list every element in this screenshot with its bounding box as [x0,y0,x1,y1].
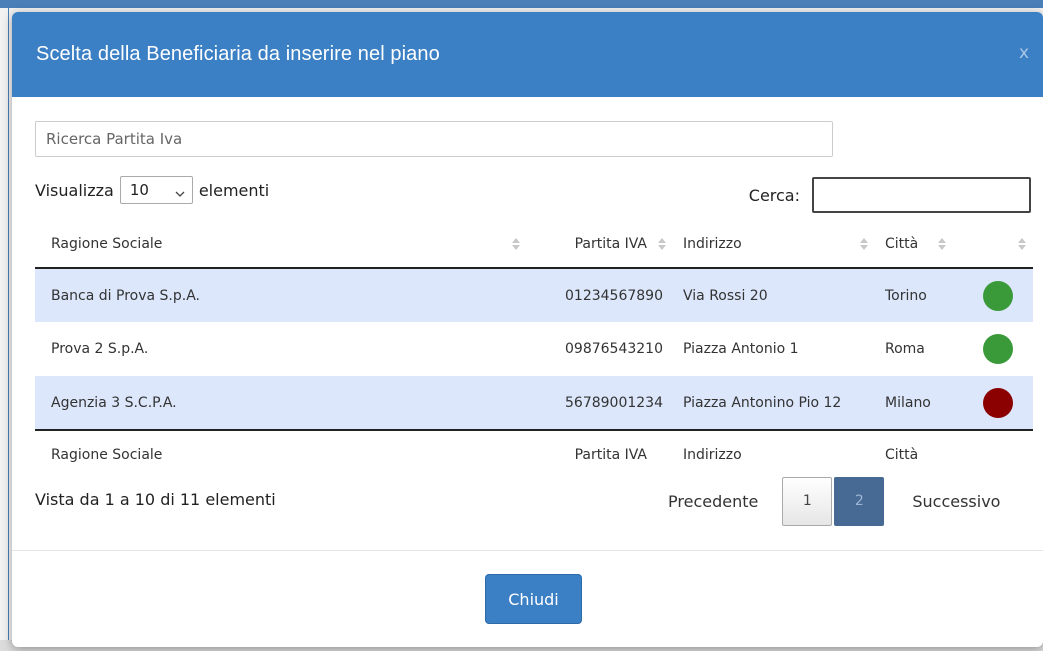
cell-citta: Torino [875,268,963,322]
cell-ragione-sociale: Agenzia 3 S.C.P.A. [35,376,527,430]
length-suffix-label: elementi [198,180,270,200]
beneficiary-table: Ragione Sociale Partita IVA Indirizzo Ci… [35,220,1033,478]
background-border [8,8,9,651]
status-dot-icon [983,280,1013,311]
page-button-2[interactable]: 2 [834,476,885,526]
footer-partita-iva: Partita IVA [527,429,673,478]
footer-divider [12,550,1043,551]
chevron-down-icon [175,185,185,197]
table-search: Cerca: [712,177,1031,213]
previous-page-link[interactable]: Precedente [668,492,758,511]
column-header-partita-iva[interactable]: Partita IVA [527,220,673,269]
length-select-value: 10 [129,181,149,199]
length-select[interactable]: 10 [119,176,193,204]
column-header-ragione-sociale[interactable]: Ragione Sociale [35,220,527,269]
sort-icon [1017,237,1027,251]
table-info: Vista da 1 a 10 di 11 elementi [35,490,276,509]
sort-icon [657,237,667,251]
search-label: Cerca: [748,185,800,205]
cell-partita-iva: 56789001234 [527,376,673,430]
status-dot-icon [983,387,1013,418]
page-button-1[interactable]: 1 [782,476,833,526]
column-header-status[interactable] [963,220,1033,269]
cell-status [963,268,1033,322]
sort-icon [859,237,869,251]
table-header-row: Ragione Sociale Partita IVA Indirizzo Ci… [35,220,1033,269]
close-icon[interactable]: x [1019,43,1029,63]
next-page-link[interactable]: Successivo [912,492,1000,511]
footer-citta: Città [875,429,963,478]
cell-partita-iva: 09876543210 [527,322,673,376]
length-control: Visualizza 10 elementi [35,175,269,205]
cell-status [963,376,1033,430]
table-search-input[interactable] [812,177,1031,213]
pagination: Precedente 1 2 Successivo [668,476,1000,526]
table-row[interactable]: Agenzia 3 S.C.P.A. 56789001234 Piazza An… [35,376,1033,430]
column-header-indirizzo[interactable]: Indirizzo [673,220,875,269]
cell-ragione-sociale: Prova 2 S.p.A. [35,322,527,376]
footer-ragione-sociale: Ragione Sociale [35,429,527,478]
close-button[interactable]: Chiudi [485,574,582,624]
sort-icon [511,237,521,251]
cell-indirizzo: Piazza Antonino Pio 12 [673,376,875,430]
column-header-citta[interactable]: Città [875,220,963,269]
modal-header: Scelta della Beneficiaria da inserire ne… [12,12,1043,97]
cell-citta: Milano [875,376,963,430]
footer-status [963,429,1033,478]
cell-indirizzo: Piazza Antonio 1 [673,322,875,376]
cell-indirizzo: Via Rossi 20 [673,268,875,322]
modal-title: Scelta della Beneficiaria da inserire ne… [36,43,440,65]
status-dot-icon [983,334,1013,364]
piva-search-input[interactable] [35,121,833,157]
footer-indirizzo: Indirizzo [673,429,875,478]
cell-partita-iva: 01234567890 [527,268,673,322]
background-header-bar [0,0,1043,8]
length-prefix-label: Visualizza [35,180,114,200]
cell-ragione-sociale: Banca di Prova S.p.A. [35,268,527,322]
cell-citta: Roma [875,322,963,376]
sort-icon [937,237,947,251]
table-footer-row: Ragione Sociale Partita IVA Indirizzo Ci… [35,429,1033,478]
table-row[interactable]: Banca di Prova S.p.A. 01234567890 Via Ro… [35,268,1033,322]
cell-status [963,322,1033,376]
beneficiary-modal: Scelta della Beneficiaria da inserire ne… [12,12,1043,647]
table-row[interactable]: Prova 2 S.p.A. 09876543210 Piazza Antoni… [35,322,1033,376]
